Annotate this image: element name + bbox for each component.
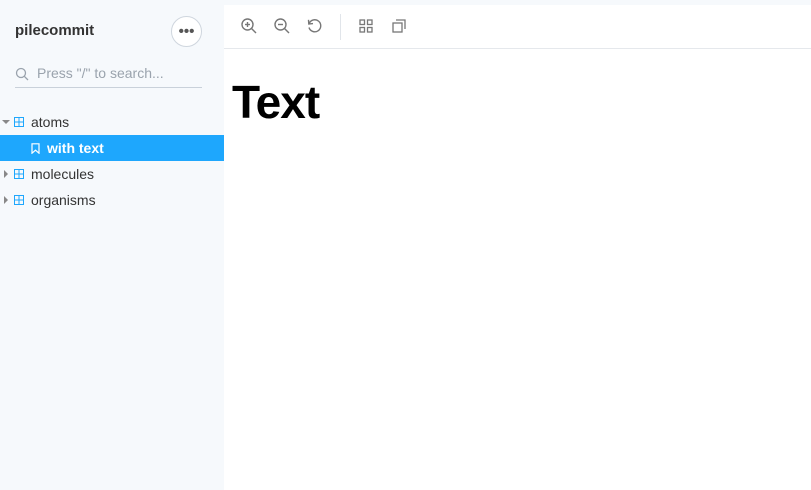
tree-item-organisms[interactable]: organisms: [0, 187, 224, 213]
zoom-in-icon[interactable]: [240, 17, 258, 35]
brand-title[interactable]: pilecommit: [15, 22, 94, 39]
tree-item-label: with text: [47, 140, 104, 156]
menu-button[interactable]: •••: [171, 16, 202, 47]
outline-icon[interactable]: [390, 17, 408, 35]
toolbar-divider: [340, 14, 341, 40]
search-box: [15, 60, 202, 88]
component-icon: [14, 169, 24, 179]
component-icon: [14, 117, 24, 127]
tree-item-molecules[interactable]: molecules: [0, 161, 224, 187]
search-input[interactable]: [37, 63, 202, 83]
story-tree: atoms with text molecules organisms: [0, 109, 224, 213]
grid-icon[interactable]: [357, 17, 375, 35]
caret-down-icon[interactable]: [2, 118, 10, 126]
caret-right-icon[interactable]: [2, 196, 10, 204]
component-icon: [14, 195, 24, 205]
preview-heading: Text: [232, 76, 320, 128]
toolbar: [224, 5, 811, 49]
tree-item-with-text[interactable]: with text: [0, 135, 224, 161]
tree-item-label: organisms: [31, 192, 96, 208]
reset-zoom-icon[interactable]: [306, 17, 324, 35]
tree-item-label: molecules: [31, 166, 95, 182]
preview-panel: Text: [224, 5, 811, 490]
ellipsis-icon: •••: [178, 23, 195, 40]
caret-right-icon[interactable]: [2, 170, 10, 178]
tree-item-atoms[interactable]: atoms: [0, 109, 224, 135]
bookmark-icon: [31, 143, 40, 154]
sidebar: pilecommit ••• atoms with text: [0, 0, 224, 490]
tree-item-label: atoms: [31, 114, 70, 130]
zoom-out-icon[interactable]: [273, 17, 291, 35]
search-icon: [15, 67, 29, 81]
